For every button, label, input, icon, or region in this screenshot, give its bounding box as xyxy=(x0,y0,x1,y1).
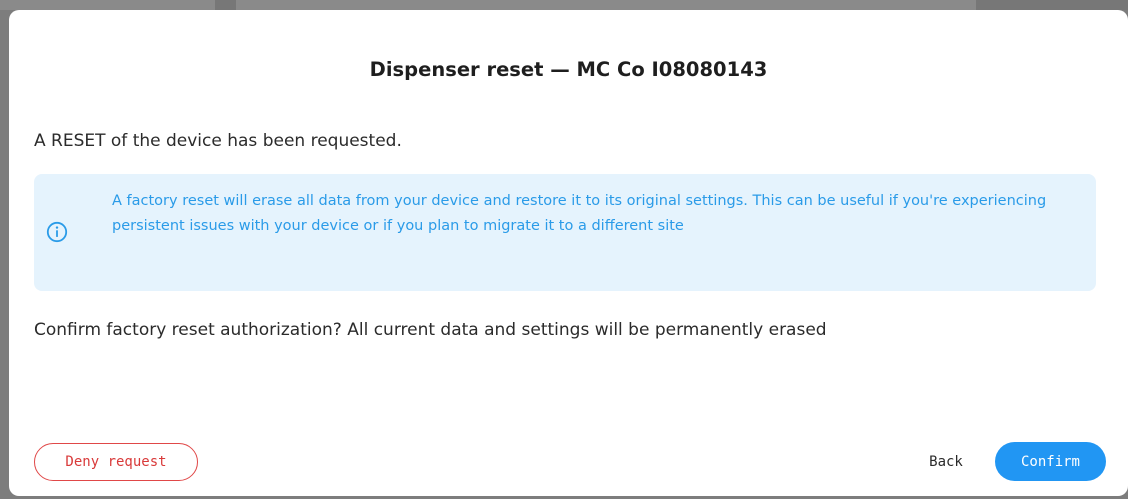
backdrop-segment xyxy=(236,0,976,10)
deny-request-button[interactable]: Deny request xyxy=(34,443,198,481)
back-button[interactable]: Back xyxy=(906,443,986,481)
info-banner: A factory reset will erase all data from… xyxy=(34,174,1096,291)
confirm-button[interactable]: Confirm xyxy=(995,442,1106,481)
reset-dialog: Dispenser reset — MC Co I08080143 A RESE… xyxy=(9,10,1128,496)
info-banner-text: A factory reset will erase all data from… xyxy=(112,193,1047,234)
backdrop-segment xyxy=(0,0,215,10)
backdrop xyxy=(0,0,1128,10)
reset-request-text: A RESET of the device has been requested… xyxy=(34,131,402,151)
dialog-title: Dispenser reset — MC Co I08080143 xyxy=(369,58,768,81)
confirm-question-text: Confirm factory reset authorization? All… xyxy=(34,320,827,340)
